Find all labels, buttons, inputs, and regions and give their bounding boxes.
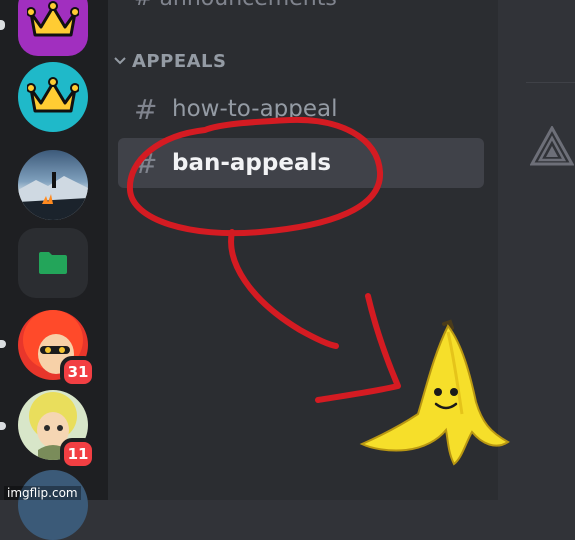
annotation-circle <box>126 116 384 237</box>
banana-peel-image <box>359 319 510 466</box>
annotation-arrow <box>228 229 339 349</box>
watermark: imgflip.com <box>4 486 81 500</box>
